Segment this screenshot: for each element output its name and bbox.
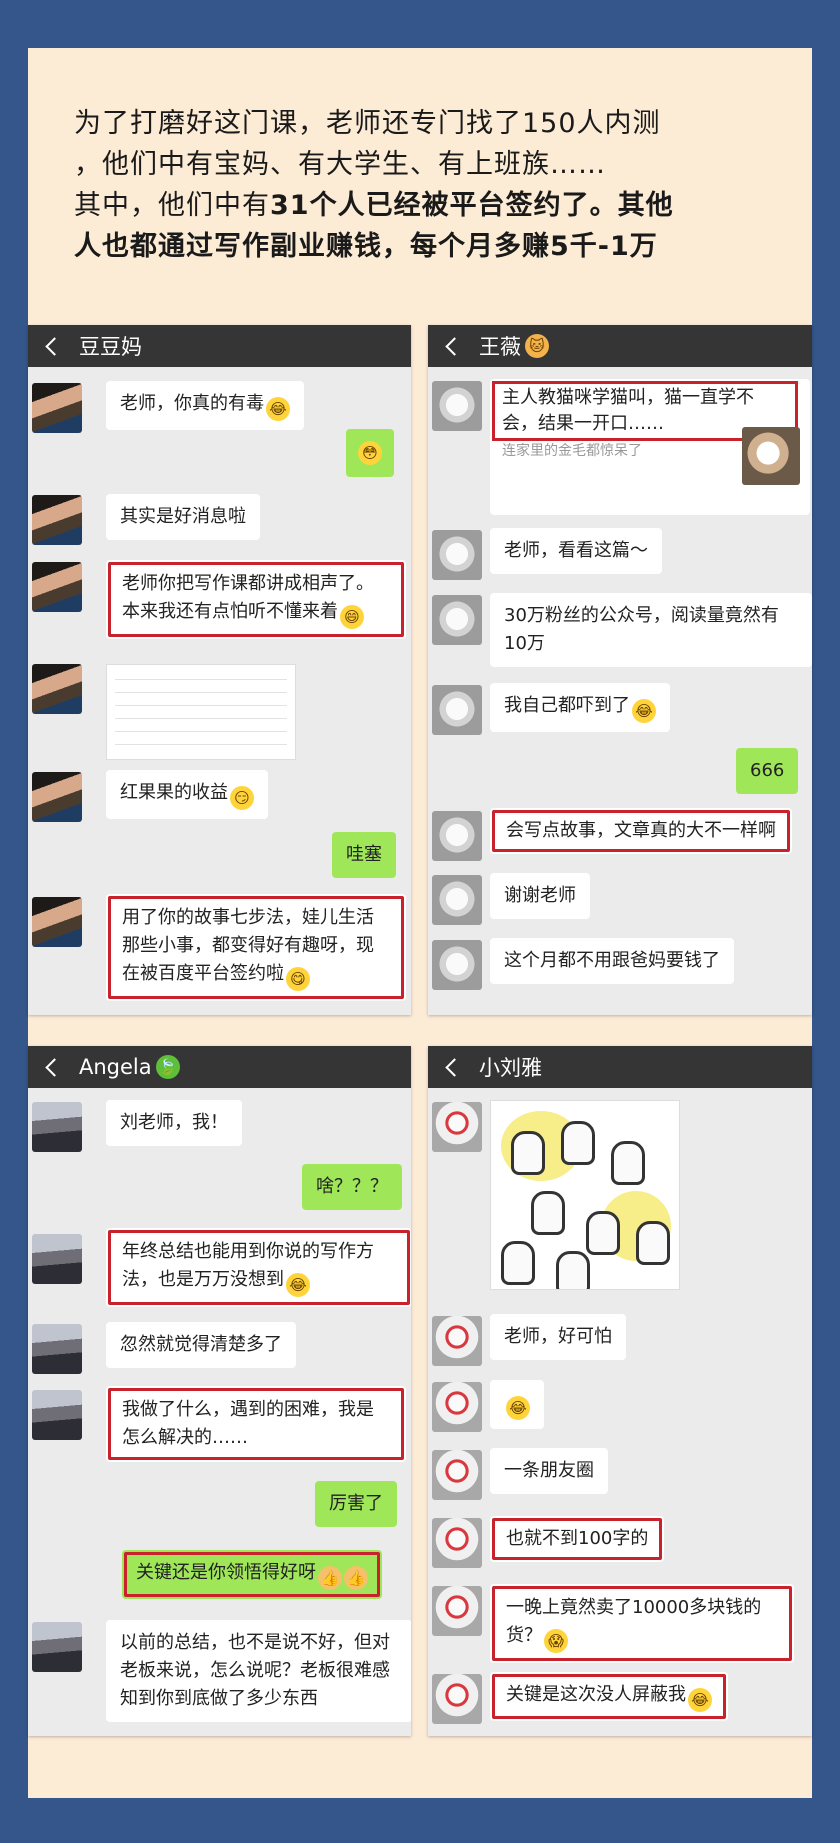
chat-title: 王薇 bbox=[479, 335, 521, 359]
screaming-emoji-icon: 😱 bbox=[544, 1629, 568, 1653]
message-bubble: 忽然就觉得清楚多了 bbox=[106, 1322, 296, 1368]
thumbs-up-icon: 👍 bbox=[318, 1566, 342, 1590]
message-bubble-sent: 啥？？？ bbox=[302, 1164, 402, 1210]
message-bubble: 其实是好消息啦 bbox=[106, 494, 260, 540]
avatar[interactable] bbox=[32, 1390, 82, 1440]
message-bubble-highlighted: 年终总结也能用到你说的写作方法，也是万万没想到 😂 bbox=[106, 1228, 411, 1307]
avatar[interactable] bbox=[432, 1674, 482, 1724]
avatar[interactable] bbox=[32, 897, 82, 947]
chat-title-bar: 小刘雅 bbox=[428, 1046, 812, 1088]
link-card-bubble[interactable]: 主人教猫咪学猫叫，猫一直学不会，结果一开口…… 连家里的金毛都惊呆了 bbox=[490, 379, 810, 515]
avatar[interactable] bbox=[432, 875, 482, 925]
message-bubble: 谢谢老师 bbox=[490, 873, 590, 919]
back-arrow-icon[interactable] bbox=[45, 336, 64, 356]
chat-panel-xiaoliuya: 小刘雅 老师，好可怕 😂 一条朋友圈 也就不到100字的 一晚上竟然卖了1000… bbox=[428, 1046, 812, 1736]
headline-line-2: ，他们中有宝妈、有大学生、有上班族…… bbox=[74, 149, 606, 180]
avatar[interactable] bbox=[432, 530, 482, 580]
message-bubble-highlighted: 我做了什么，遇到的困难，我是怎么解决的…… bbox=[106, 1386, 406, 1462]
back-arrow-icon[interactable] bbox=[45, 1057, 64, 1077]
link-card-thumbnail bbox=[742, 427, 800, 485]
message-bubble-sent: 哇塞 bbox=[332, 832, 396, 878]
smirk-emoji-icon: 😋 bbox=[286, 967, 310, 991]
laughing-emoji-icon: 😂 bbox=[632, 699, 656, 723]
flushed-emoji-icon: 😳 bbox=[358, 441, 382, 465]
message-bubble: 老师，好可怕 bbox=[490, 1314, 626, 1360]
message-bubble-highlighted: 用了你的故事七步法，娃儿生活那些小事，都变得好有趣呀，现在被百度平台签约啦 😋 bbox=[106, 894, 406, 1001]
back-arrow-icon[interactable] bbox=[445, 336, 464, 356]
leaf-emoji-icon: 🍃 bbox=[155, 1055, 180, 1079]
smirk-emoji-icon: 😏 bbox=[230, 786, 254, 810]
message-bubble-highlighted: 会写点故事，文章真的大不一样啊 bbox=[490, 808, 792, 854]
chat-title: 小刘雅 bbox=[479, 1056, 542, 1080]
message-bubble-sent: 666 bbox=[736, 748, 799, 794]
avatar[interactable] bbox=[432, 1450, 482, 1500]
avatar[interactable] bbox=[32, 1102, 82, 1152]
message-list[interactable]: 刘老师，我！ 啥？？？ 年终总结也能用到你说的写作方法，也是万万没想到 😂 忽然就… bbox=[28, 1088, 411, 1736]
avatar[interactable] bbox=[432, 940, 482, 990]
avatar[interactable] bbox=[432, 1102, 482, 1152]
message-bubble: 😂 bbox=[490, 1380, 544, 1429]
laughing-emoji-icon: 😂 bbox=[506, 1396, 530, 1420]
headline-emphasis: 31个人已经被平台签约了。其他 bbox=[270, 190, 674, 221]
message-list[interactable]: 老师，你真的有毒 😂 😳 其实是好消息啦 老师你把写作课都讲成相声了。本来我还有点… bbox=[28, 367, 411, 1015]
message-bubble-highlighted: 也就不到100字的 bbox=[490, 1516, 665, 1562]
thumbs-up-icon: 👍 bbox=[344, 1566, 368, 1590]
chat-title: 豆豆妈 bbox=[79, 335, 142, 359]
message-bubble-highlighted: 关键是这次没人屏蔽我 😂 bbox=[490, 1672, 728, 1721]
message-list[interactable]: 老师，好可怕 😂 一条朋友圈 也就不到100字的 一晚上竟然卖了10000多块钱… bbox=[428, 1088, 812, 1736]
message-bubble: 红果果的收益 😏 bbox=[106, 770, 268, 819]
chat-panel-doudouma: 豆豆妈 老师，你真的有毒 😂 😳 其实是好消息啦 老师你把写作课都讲成相声了。本来… bbox=[28, 325, 411, 1015]
chat-panel-wangwei: 王薇 🐱 主人教猫咪学猫叫，猫一直学不会，结果一开口…… 连家里的金毛都惊呆了 … bbox=[428, 325, 812, 1015]
message-bubble: 一条朋友圈 bbox=[490, 1448, 608, 1494]
message-bubble-highlighted: 老师你把写作课都讲成相声了。本来我还有点怕听不懂来着 😄 bbox=[106, 560, 406, 639]
message-bubble: 以前的总结，也不是说不好，但对老板来说，怎么说呢？老板很难感知到你到底做了多少东… bbox=[106, 1620, 411, 1722]
avatar[interactable] bbox=[432, 1316, 482, 1366]
message-bubble: 老师，看看这篇～ bbox=[490, 528, 662, 574]
cat-emoji-icon: 🐱 bbox=[525, 334, 549, 358]
back-arrow-icon[interactable] bbox=[445, 1057, 464, 1077]
avatar[interactable] bbox=[432, 1382, 482, 1432]
chat-panel-angela: Angela 🍃 刘老师，我！ 啥？？？ 年终总结也能用到你说的写作方法，也是万… bbox=[28, 1046, 411, 1736]
avatar[interactable] bbox=[32, 1324, 82, 1374]
message-bubble-sent: 厉害了 bbox=[315, 1481, 397, 1527]
avatar[interactable] bbox=[32, 383, 82, 433]
earnings-screenshot-image[interactable] bbox=[106, 664, 296, 760]
headline-text: 为了打磨好这门课，老师还专门找了150人内测 ，他们中有宝妈、有大学生、有上班族… bbox=[74, 103, 774, 267]
avatar[interactable] bbox=[432, 811, 482, 861]
chat-title: Angela bbox=[79, 1055, 152, 1079]
headline-line-3: 其中，他们中有31个人已经被平台签约了。其他 bbox=[74, 190, 674, 221]
message-bubble: 刘老师，我！ bbox=[106, 1100, 242, 1146]
avatar[interactable] bbox=[32, 1234, 82, 1284]
message-list[interactable]: 主人教猫咪学猫叫，猫一直学不会，结果一开口…… 连家里的金毛都惊呆了 老师，看看… bbox=[428, 367, 812, 1015]
laughing-emoji-icon: 😂 bbox=[286, 1273, 310, 1297]
chat-title-bar: Angela 🍃 bbox=[28, 1046, 411, 1088]
grinning-emoji-icon: 😄 bbox=[340, 605, 364, 629]
headline-line-4: 人也都通过写作副业赚钱，每个月多赚5千-1万 bbox=[74, 231, 658, 262]
avatar[interactable] bbox=[32, 664, 82, 714]
link-card-subtitle: 连家里的金毛都惊呆了 bbox=[502, 443, 642, 457]
avatar[interactable] bbox=[432, 685, 482, 735]
avatar[interactable] bbox=[32, 562, 82, 612]
message-bubble: 我自己都吓到了 😂 bbox=[490, 683, 670, 732]
message-bubble: 老师，你真的有毒 😂 bbox=[106, 381, 304, 430]
message-bubble: 30万粉丝的公众号，阅读量竟然有10万 bbox=[490, 593, 812, 667]
chat-title-bar: 豆豆妈 bbox=[28, 325, 411, 367]
avatar[interactable] bbox=[432, 1518, 482, 1568]
avatar[interactable] bbox=[432, 381, 482, 431]
cat-sticker-image[interactable] bbox=[490, 1100, 680, 1290]
laughing-emoji-icon: 😂 bbox=[266, 397, 290, 421]
avatar[interactable] bbox=[32, 1622, 82, 1672]
avatar[interactable] bbox=[432, 595, 482, 645]
laughing-emoji-icon: 😂 bbox=[688, 1688, 712, 1712]
headline-line-1: 为了打磨好这门课，老师还专门找了150人内测 bbox=[74, 108, 661, 139]
chat-title-bar: 王薇 🐱 bbox=[428, 325, 812, 367]
message-bubble-sent: 😳 bbox=[346, 429, 394, 477]
avatar[interactable] bbox=[32, 772, 82, 822]
avatar[interactable] bbox=[432, 1586, 482, 1636]
message-bubble-highlighted: 一晚上竟然卖了10000多块钱的货？ 😱 bbox=[490, 1584, 794, 1663]
avatar[interactable] bbox=[32, 495, 82, 545]
message-bubble: 这个月都不用跟爸妈要钱了 bbox=[490, 938, 734, 984]
message-bubble-sent-highlighted: 关键还是你领悟得好呀 👍 👍 bbox=[122, 1550, 382, 1599]
